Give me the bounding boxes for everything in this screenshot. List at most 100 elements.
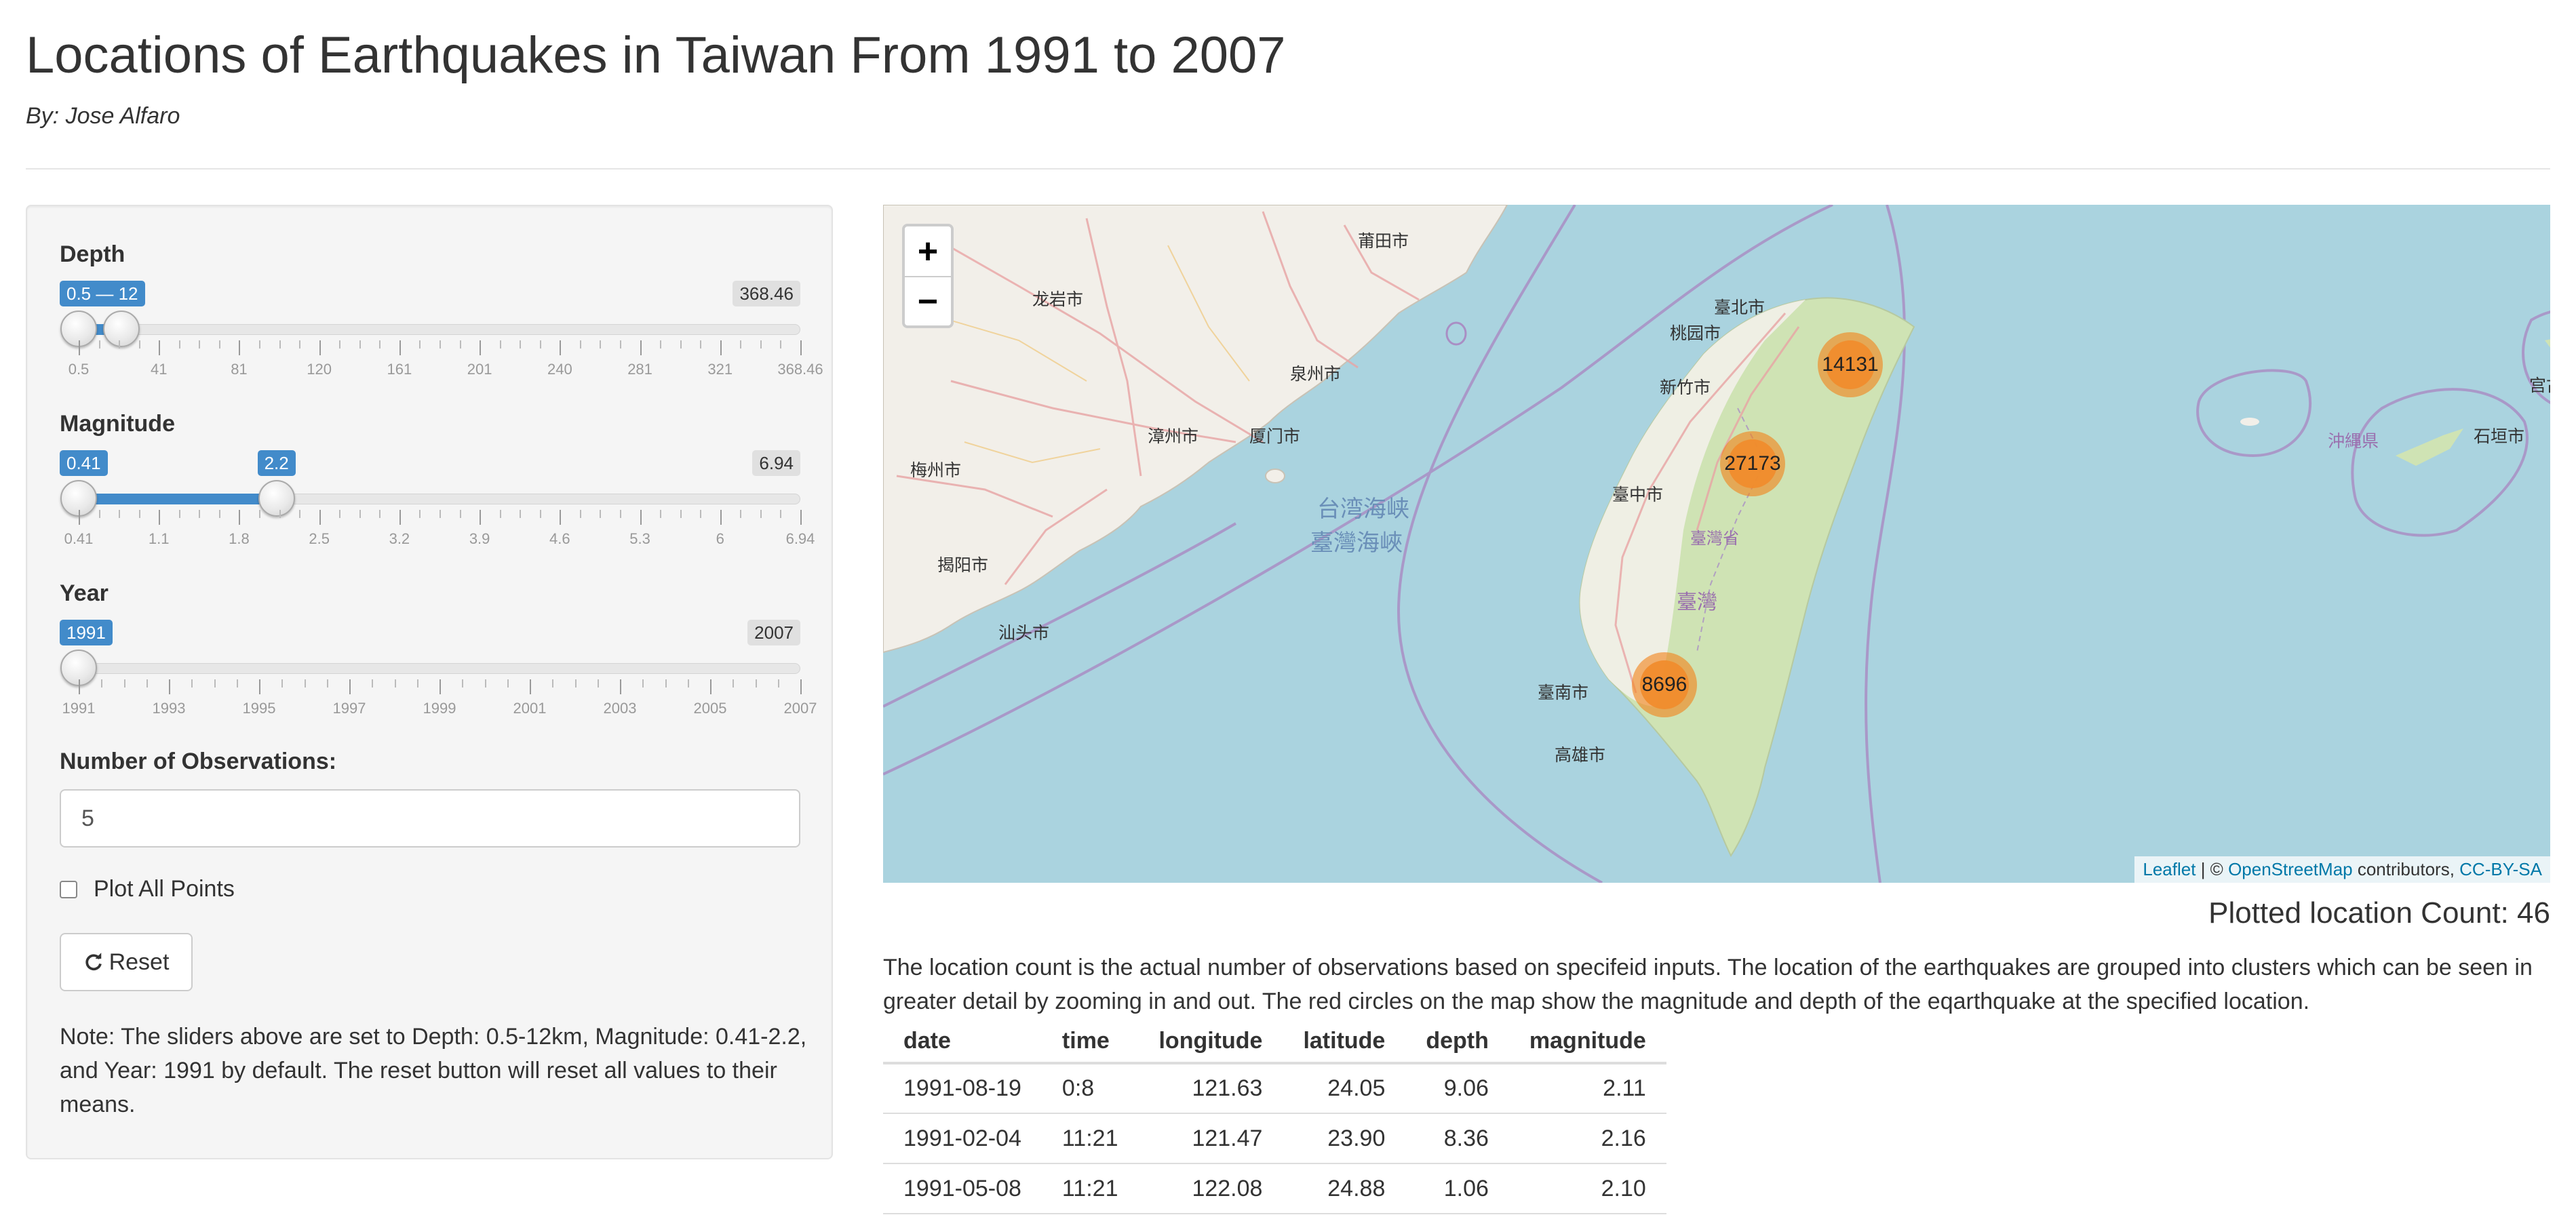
year-minor-tick bbox=[123, 679, 125, 688]
depth-slider-track[interactable] bbox=[79, 324, 800, 335]
earthquake-map[interactable]: 莆田市 泉州市 厦门市 漳州市 龙岩市 梅州市 揭阳市 汕头市 臺北市 桃园市 … bbox=[883, 205, 2550, 883]
depth-minor-tick bbox=[680, 340, 682, 348]
depth-minor-tick bbox=[499, 340, 501, 348]
divider bbox=[26, 168, 2550, 170]
depth-tick-label: 161 bbox=[387, 361, 412, 378]
year-minor-tick bbox=[304, 679, 306, 688]
cluster-count: 8696 bbox=[1640, 660, 1689, 709]
cell-time: 0:8 bbox=[1041, 1063, 1139, 1114]
reset-button[interactable]: Reset bbox=[60, 933, 193, 991]
cell-magnitude: 2.16 bbox=[1508, 1113, 1666, 1164]
magnitude-minor-tick bbox=[279, 510, 281, 518]
year-minor-tick bbox=[101, 679, 103, 688]
magnitude-slider[interactable]: 0.41 2.2 6.94 0.41 1.1 1.8 2.5 3.2 3.9 4.6 5.3 6… bbox=[60, 450, 815, 565]
depth-tick-label: 281 bbox=[627, 361, 652, 378]
depth-label: Depth bbox=[60, 241, 125, 267]
plot-all-checkbox[interactable] bbox=[60, 880, 77, 898]
year-slider-track[interactable] bbox=[79, 663, 800, 674]
year-minor-tick bbox=[462, 679, 464, 688]
magnitude-minor-tick bbox=[218, 510, 220, 518]
cell-longitude: 121.47 bbox=[1138, 1113, 1283, 1164]
year-minor-tick bbox=[281, 679, 284, 688]
depth-minor-tick bbox=[279, 340, 281, 348]
year-tick-label: 1993 bbox=[152, 700, 186, 717]
depth-minor-tick bbox=[259, 340, 260, 348]
year-tick-label: 1999 bbox=[423, 700, 456, 717]
magnitude-minor-tick bbox=[579, 510, 581, 518]
map-attribution: Leaflet | © OpenStreetMap contributors, … bbox=[2134, 856, 2550, 883]
osm-link[interactable]: OpenStreetMap bbox=[2228, 859, 2353, 879]
cell-longitude: 122.08 bbox=[1138, 1163, 1283, 1214]
magnitude-minor-tick bbox=[499, 510, 501, 518]
map-tiles[interactable]: 莆田市 泉州市 厦门市 漳州市 龙岩市 梅州市 揭阳市 汕头市 臺北市 桃园市 … bbox=[883, 205, 2550, 883]
magnitude-minor-tick bbox=[600, 510, 602, 518]
magnitude-tick-label: 4.6 bbox=[549, 530, 570, 547]
year-major-tick bbox=[169, 679, 170, 694]
plot-all-row[interactable]: Plot All Points bbox=[60, 876, 235, 902]
magnitude-minor-tick bbox=[138, 510, 140, 518]
year-major-tick bbox=[530, 679, 531, 694]
zoom-in-button[interactable]: + bbox=[905, 226, 951, 276]
depth-major-tick bbox=[720, 340, 722, 355]
depth-minor-tick bbox=[419, 340, 421, 348]
leaflet-link[interactable]: Leaflet bbox=[2143, 859, 2196, 879]
cell-longitude: 121.63 bbox=[1138, 1063, 1283, 1114]
depth-max-value: 368.46 bbox=[733, 281, 800, 306]
map-label-tainan: 臺南市 bbox=[1538, 683, 1588, 702]
cell-magnitude: 2.11 bbox=[1508, 1063, 1666, 1114]
depth-major-tick bbox=[480, 340, 482, 355]
map-label-longyan: 龙岩市 bbox=[1032, 290, 1083, 309]
year-major-tick bbox=[349, 679, 351, 694]
reset-button-label: Reset bbox=[109, 949, 170, 975]
magnitude-minor-tick bbox=[700, 510, 702, 518]
plotted-location-count: Plotted location Count: 46 bbox=[2208, 896, 2550, 930]
year-minor-tick bbox=[597, 679, 599, 688]
year-major-tick bbox=[259, 679, 260, 694]
cell-latitude: 23.90 bbox=[1283, 1113, 1406, 1164]
depth-minor-tick bbox=[119, 340, 121, 348]
depth-slider-ticks: 0.5 41 81 120 161 201 240 281 321 368.46 bbox=[60, 340, 823, 381]
table-row: 1991-08-19 0:8 121.63 24.05 9.06 2.11 bbox=[883, 1063, 1666, 1114]
map-label-hsinchu: 新竹市 bbox=[1660, 378, 1711, 397]
year-minor-tick bbox=[394, 679, 396, 688]
cluster-marker[interactable]: 8696 bbox=[1632, 652, 1697, 717]
magnitude-tick-label: 0.41 bbox=[64, 530, 94, 547]
depth-tick-label: 368.46 bbox=[777, 361, 823, 378]
map-label-province: 臺灣省 bbox=[1690, 529, 1739, 548]
observations-table: date time longitude latitude depth magni… bbox=[883, 1020, 1666, 1214]
magnitude-max-value: 6.94 bbox=[752, 450, 800, 476]
magnitude-slider-fill bbox=[79, 494, 277, 504]
cluster-marker[interactable]: 14131 bbox=[1818, 332, 1883, 397]
observations-input[interactable]: 5 bbox=[60, 789, 800, 848]
year-minor-tick bbox=[507, 679, 509, 688]
magnitude-minor-tick bbox=[740, 510, 742, 518]
column-header-depth: depth bbox=[1405, 1020, 1509, 1064]
magnitude-major-tick bbox=[159, 510, 161, 525]
map-label-taichung: 臺中市 bbox=[1612, 485, 1663, 504]
magnitude-slider-ticks: 0.41 1.1 1.8 2.5 3.2 3.9 4.6 5.3 6 6.94 bbox=[60, 510, 815, 551]
year-minor-tick bbox=[552, 679, 554, 688]
year-minor-tick bbox=[326, 679, 328, 688]
magnitude-tick-label: 6 bbox=[716, 530, 724, 547]
year-slider[interactable]: 1991 2007 1991 1993 1995 1997 1999 2001 2003 20… bbox=[60, 620, 817, 735]
zoom-out-button[interactable]: − bbox=[905, 276, 951, 325]
cluster-marker[interactable]: 27173 bbox=[1720, 431, 1785, 496]
map-label-meizhou: 梅州市 bbox=[910, 460, 961, 480]
zoom-control: + − bbox=[902, 224, 954, 328]
plot-all-label: Plot All Points bbox=[94, 876, 235, 902]
map-description: The location count is the actual number … bbox=[883, 955, 2533, 1014]
cell-time: 11:21 bbox=[1041, 1113, 1139, 1164]
depth-major-tick bbox=[239, 340, 241, 355]
year-minor-tick bbox=[687, 679, 689, 688]
magnitude-major-tick bbox=[720, 510, 722, 525]
depth-slider[interactable]: 0.5 — 12 368.46 0.5 41 81 120 161 201 240 281 32… bbox=[60, 281, 823, 396]
table-header-row: date time longitude latitude depth magni… bbox=[883, 1020, 1666, 1064]
license-link[interactable]: CC-BY-SA bbox=[2459, 859, 2542, 879]
map-label-zhangzhou: 漳州市 bbox=[1148, 426, 1198, 446]
year-major-tick bbox=[79, 679, 80, 694]
magnitude-minor-tick bbox=[419, 510, 421, 518]
cell-date: 1991-05-08 bbox=[883, 1163, 1042, 1214]
magnitude-minor-tick bbox=[98, 510, 100, 518]
map-label-taipei: 臺北市 bbox=[1714, 298, 1765, 317]
year-major-tick bbox=[710, 679, 711, 694]
